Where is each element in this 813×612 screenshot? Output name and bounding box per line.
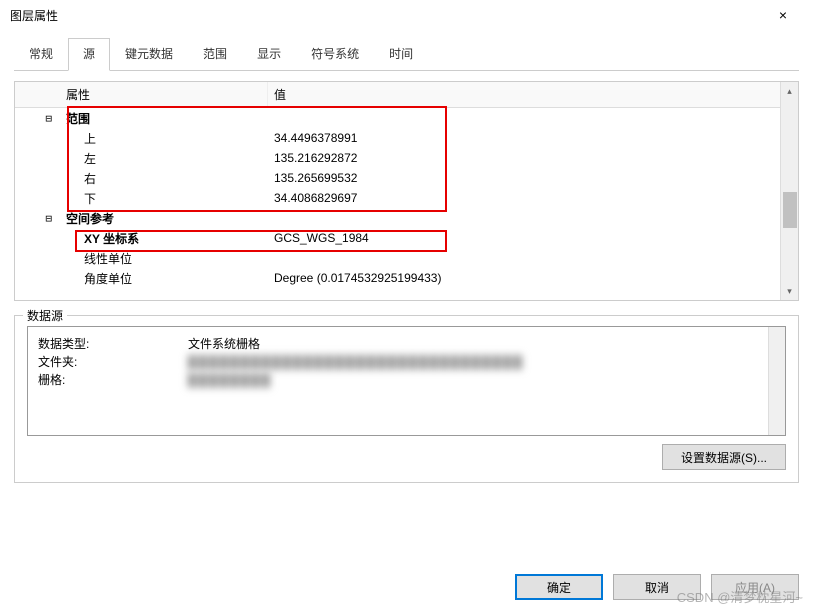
group-spatial-ref-label: 空间参考	[60, 209, 268, 228]
ds-folder-value: ████████████████████████████████	[188, 353, 762, 371]
angular-unit-value: Degree (0.0174532925199433)	[268, 270, 780, 286]
ok-button[interactable]: 确定	[515, 574, 603, 600]
linear-unit-label: 线性单位	[60, 249, 268, 268]
tab-display[interactable]: 显示	[242, 38, 296, 71]
table-row: 左 135.216292872	[15, 148, 780, 168]
window-title: 图层属性	[10, 7, 58, 24]
group-extent-label: 范围	[60, 109, 268, 128]
properties-header: 属性 值	[15, 82, 780, 108]
apply-button[interactable]: 应用(A)	[711, 574, 799, 600]
scroll-thumb[interactable]	[783, 192, 797, 228]
dialog-footer: 确定 取消 应用(A)	[515, 574, 799, 600]
ds-type-label: 数据类型:	[38, 335, 188, 353]
extent-top-label: 上	[60, 129, 268, 148]
group-spatial-ref: ⊟ 空间参考	[15, 208, 780, 228]
xy-crs-value: GCS_WGS_1984	[268, 230, 780, 246]
datasource-legend: 数据源	[23, 307, 67, 324]
ds-type-value: 文件系统栅格	[188, 335, 762, 353]
extent-left-value: 135.216292872	[268, 150, 780, 166]
table-row: 线性单位	[15, 248, 780, 268]
list-item: 数据类型: 文件系统栅格	[38, 335, 762, 353]
properties-table-inner: 属性 值 ⊟ 范围 上 34.4496378991 左 135.21629287…	[15, 82, 780, 300]
list-item: 栅格: ████████	[38, 371, 762, 389]
scrollbar[interactable]: ▴ ▾	[780, 82, 798, 300]
angular-unit-label: 角度单位	[60, 269, 268, 288]
scroll-up-icon[interactable]: ▴	[781, 82, 798, 100]
extent-right-value: 135.265699532	[268, 170, 780, 186]
datasource-group: 数据源 数据类型: 文件系统栅格 文件夹: ██████████████████…	[14, 315, 799, 483]
titlebar: 图层属性 ×	[0, 0, 813, 30]
extent-bottom-label: 下	[60, 189, 268, 208]
tab-time[interactable]: 时间	[374, 38, 428, 71]
set-datasource-button[interactable]: 设置数据源(S)...	[662, 444, 786, 470]
extent-left-label: 左	[60, 149, 268, 168]
list-item: 文件夹: ████████████████████████████████	[38, 353, 762, 371]
tab-extent[interactable]: 范围	[188, 38, 242, 71]
linear-unit-value	[268, 257, 780, 259]
tab-general[interactable]: 常规	[14, 38, 68, 71]
layer-properties-dialog: 图层属性 × 常规 源 键元数据 范围 显示 符号系统 时间 属性 值 ⊟ 范围	[0, 0, 813, 612]
content-area: 属性 值 ⊟ 范围 上 34.4496378991 左 135.21629287…	[0, 71, 813, 483]
extent-right-label: 右	[60, 169, 268, 188]
header-property: 属性	[60, 82, 268, 107]
ds-raster-value: ████████	[188, 371, 762, 389]
datasource-textbox: 数据类型: 文件系统栅格 文件夹: ██████████████████████…	[27, 326, 786, 436]
table-row: XY 坐标系 GCS_WGS_1984	[15, 228, 780, 248]
table-row: 上 34.4496378991	[15, 128, 780, 148]
xy-crs-label: XY 坐标系	[60, 229, 268, 248]
properties-table: 属性 值 ⊟ 范围 上 34.4496378991 左 135.21629287…	[14, 81, 799, 301]
tab-source[interactable]: 源	[68, 38, 110, 71]
table-row: 下 34.4086829697	[15, 188, 780, 208]
collapse-icon[interactable]: ⊟	[45, 212, 52, 225]
header-value: 值	[268, 82, 780, 107]
scrollbar[interactable]	[768, 327, 785, 435]
extent-top-value: 34.4496378991	[268, 130, 780, 146]
tab-key-metadata[interactable]: 键元数据	[110, 38, 188, 71]
group-extent: ⊟ 范围	[15, 108, 780, 128]
table-row: 角度单位 Degree (0.0174532925199433)	[15, 268, 780, 288]
scroll-down-icon[interactable]: ▾	[781, 282, 798, 300]
close-icon[interactable]: ×	[763, 1, 803, 29]
collapse-icon[interactable]: ⊟	[45, 112, 52, 125]
extent-bottom-value: 34.4086829697	[268, 190, 780, 206]
ds-folder-label: 文件夹:	[38, 353, 188, 371]
cancel-button[interactable]: 取消	[613, 574, 701, 600]
tab-symbology[interactable]: 符号系统	[296, 38, 374, 71]
table-row: 右 135.265699532	[15, 168, 780, 188]
tab-strip: 常规 源 键元数据 范围 显示 符号系统 时间	[14, 38, 799, 71]
ds-raster-label: 栅格:	[38, 371, 188, 389]
